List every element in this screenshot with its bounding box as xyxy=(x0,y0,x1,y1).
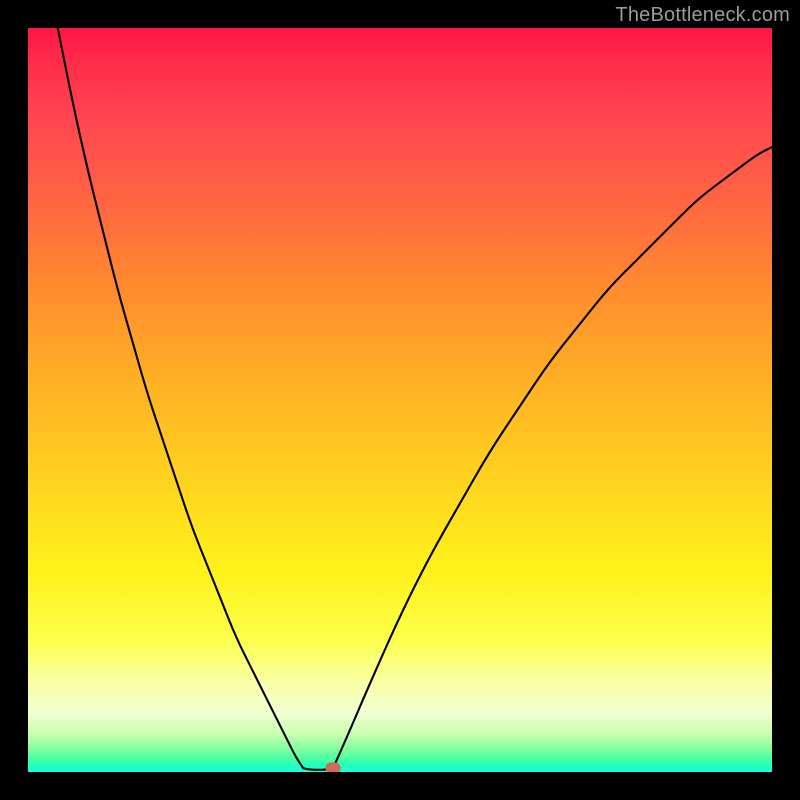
chart-stage: TheBottleneck.com xyxy=(0,0,800,800)
bottleneck-curve xyxy=(28,28,772,772)
plot-area xyxy=(28,28,772,772)
selected-point-marker xyxy=(326,762,341,772)
watermark-label: TheBottleneck.com xyxy=(615,4,790,27)
bottleneck-curve-path xyxy=(58,28,772,770)
